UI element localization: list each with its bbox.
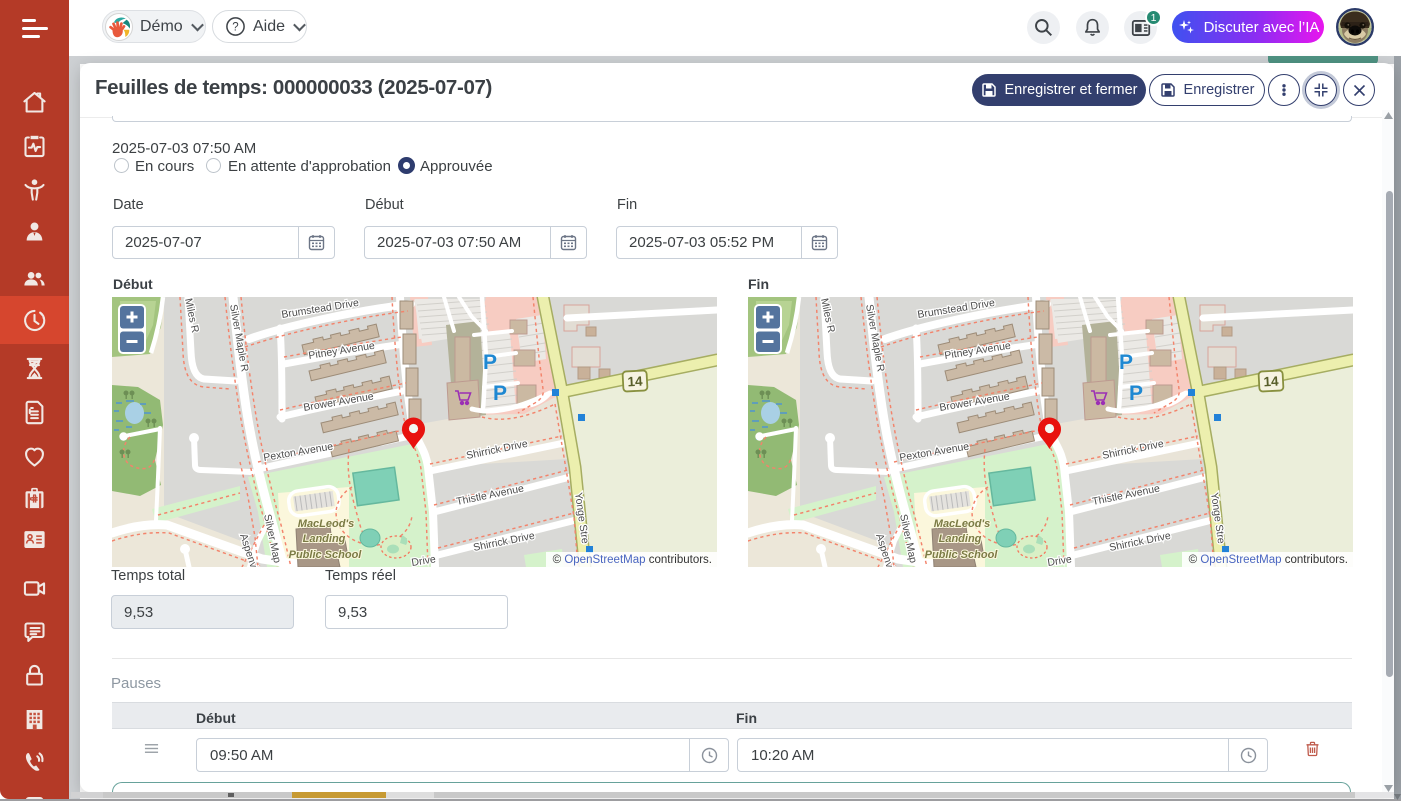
svg-text:?: ? bbox=[232, 22, 238, 34]
